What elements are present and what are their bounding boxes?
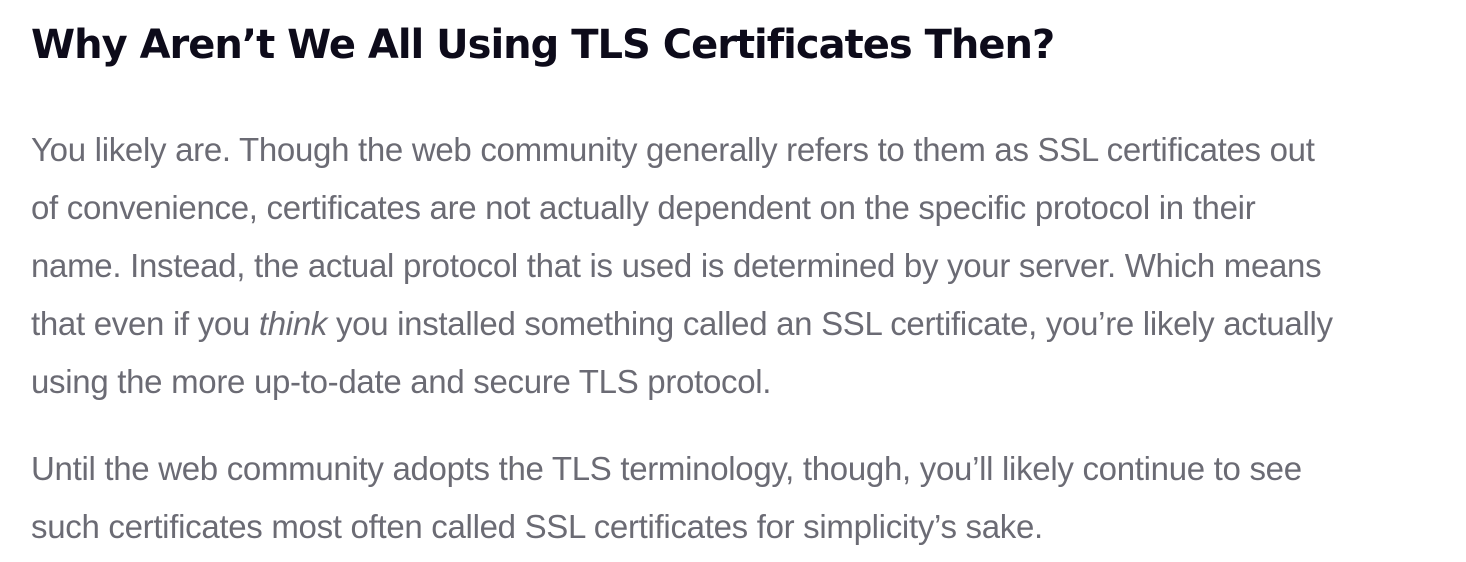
text: that even if you — [31, 305, 259, 342]
paragraph-1: You likely are. Though the web community… — [31, 121, 1333, 411]
paragraph-line: using the more up-to-date and secure TLS… — [31, 363, 772, 400]
section-heading: Why Aren’t We All Using TLS Certificates… — [31, 22, 1055, 68]
emphasis-text: think — [258, 305, 328, 342]
paragraph-line: of convenience, certificates are not act… — [31, 189, 1256, 226]
paragraph-line: Until the web community adopts the TLS t… — [31, 450, 1302, 487]
paragraph-line: name. Instead, the actual protocol that … — [31, 247, 1322, 284]
text: you installed something called an SSL ce… — [327, 305, 1333, 342]
paragraph-line: that even if you think you installed som… — [31, 295, 1333, 353]
paragraph-2: Until the web community adopts the TLS t… — [31, 440, 1302, 556]
paragraph-line: You likely are. Though the web community… — [31, 131, 1315, 168]
paragraph-line: such certificates most often called SSL … — [31, 508, 1043, 545]
